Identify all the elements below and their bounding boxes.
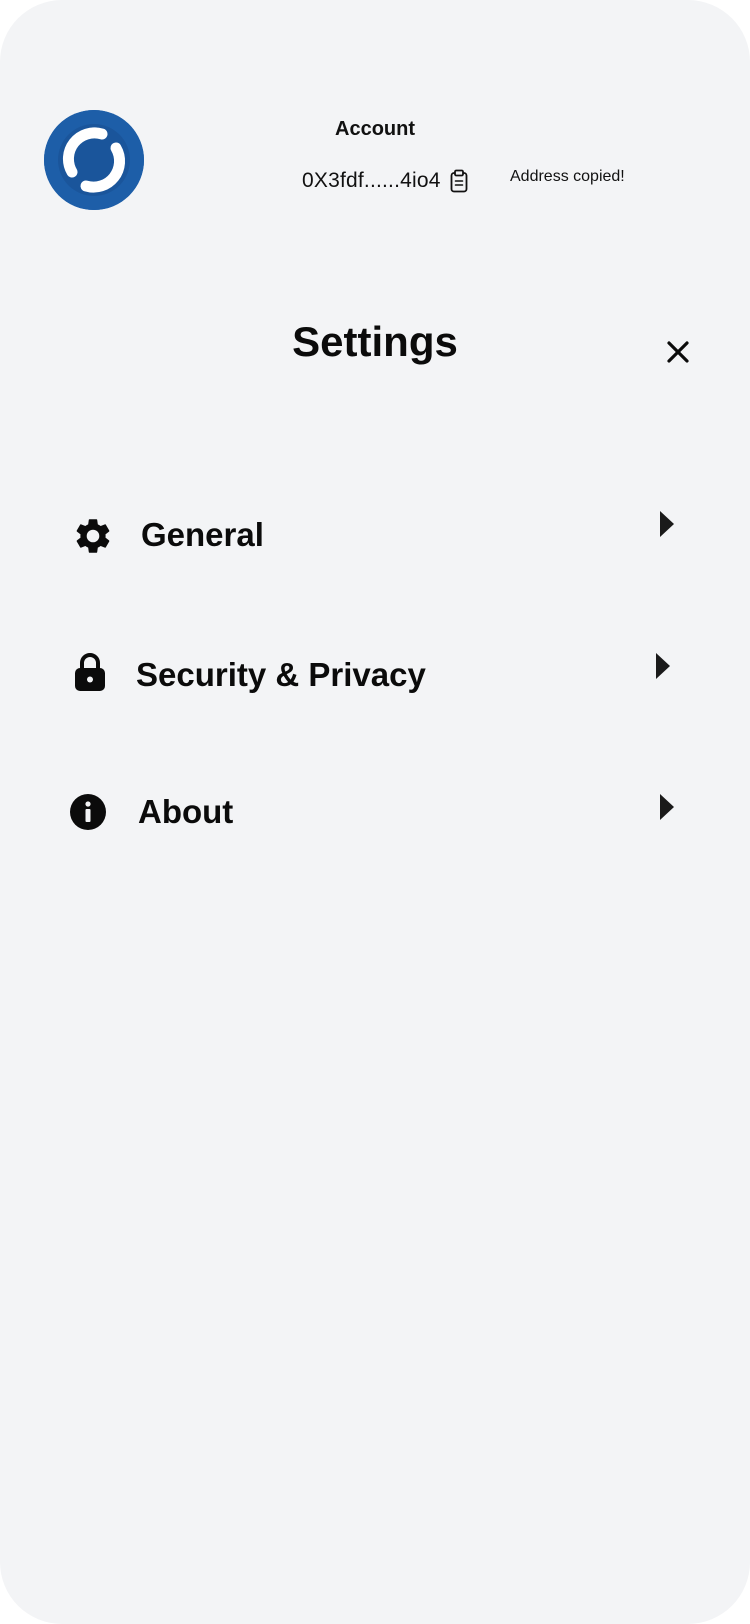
close-button[interactable] — [664, 338, 692, 366]
caret-right-icon — [656, 653, 670, 679]
address-copied-toast: Address copied! — [510, 168, 625, 185]
info-icon — [70, 794, 106, 830]
caret-right-icon — [660, 511, 674, 537]
account-label: Account — [335, 118, 415, 140]
lock-icon — [75, 653, 105, 691]
gear-icon — [76, 519, 110, 553]
caret-right-icon — [660, 794, 674, 820]
menu-item-label: Security & Privacy — [136, 656, 426, 693]
menu-item-about[interactable]: About — [60, 777, 690, 847]
app-screen: Account 0X3fdf......4io4 Address copied!… — [0, 0, 750, 1624]
address-row: 0X3fdf......4io4 — [302, 166, 469, 196]
menu-item-security[interactable]: Security & Privacy — [60, 642, 690, 712]
wallet-address: 0X3fdf......4io4 — [302, 169, 441, 192]
menu-item-label: About — [138, 793, 234, 830]
clipboard-icon[interactable] — [449, 169, 469, 193]
menu-item-label: General — [141, 516, 264, 553]
menu-item-general[interactable]: General — [60, 501, 690, 571]
page-title: Settings — [292, 318, 458, 365]
close-icon — [667, 341, 689, 363]
